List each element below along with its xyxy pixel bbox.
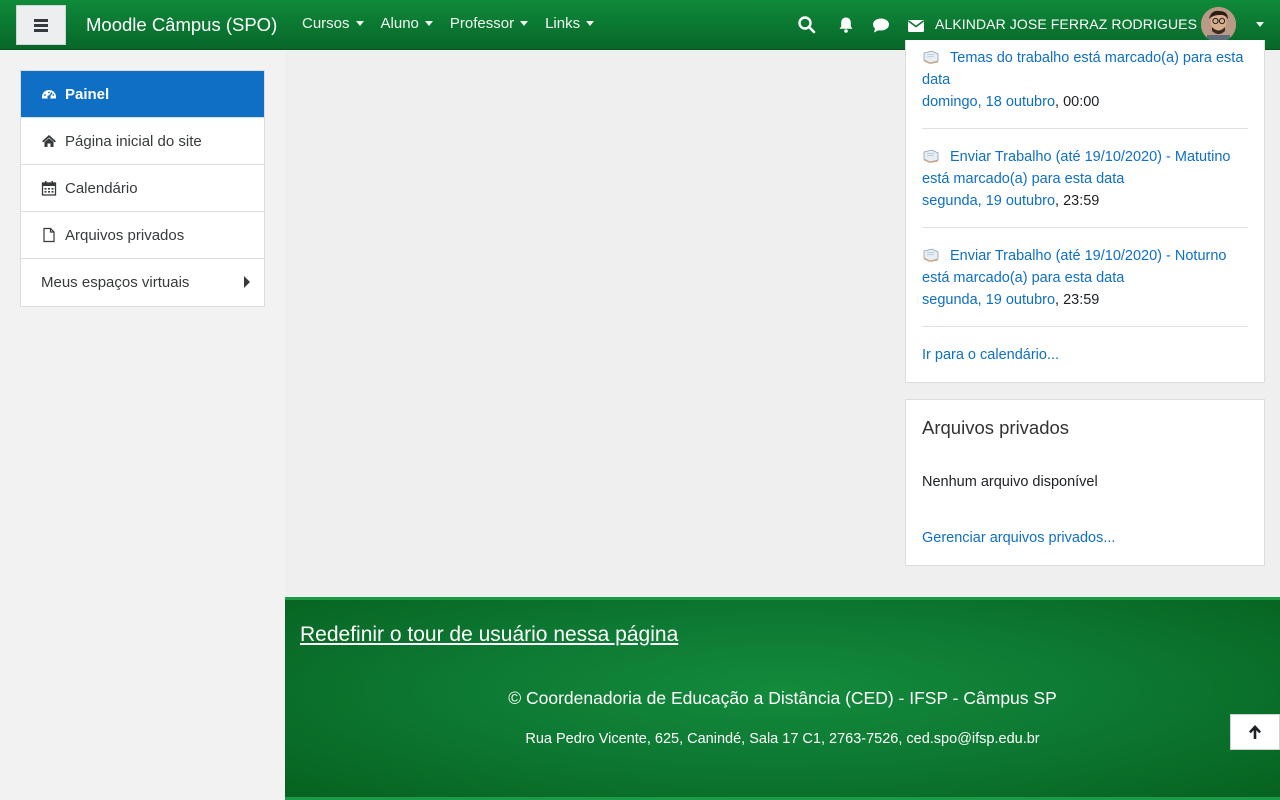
back-to-top-button[interactable] [1230,714,1280,750]
calendar-link-row: Ir para o calendário... [922,344,1248,366]
caret-down-icon [424,21,433,26]
user-name[interactable]: ALKINDAR JOSE FERRAZ RODRIGUES [935,16,1197,32]
menu-cursos[interactable]: Cursos [302,15,364,32]
sidebar-item-private-files[interactable]: Arquivos privados [21,212,264,259]
assignment-icon [923,248,939,262]
search-icon[interactable] [797,15,817,35]
menu-label: Links [545,15,581,32]
event-title-link[interactable]: Enviar Trabalho (até 19/10/2020) - Matut… [922,149,1231,187]
sidebar-item-painel[interactable]: Painel [21,71,264,118]
menu-label: Aluno [380,15,419,32]
event-date-link[interactable]: segunda, 19 outubro [922,193,1055,209]
arrow-up-icon [1249,725,1261,739]
bell-icon[interactable] [836,15,856,35]
event-title-link[interactable]: Temas do trabalho está marcado(a) para e… [922,50,1243,88]
sidebar-item-my-courses[interactable]: Meus espaços virtuais [21,259,264,306]
caret-down-icon [586,21,595,26]
menu-professor[interactable]: Professor [449,15,529,32]
sidebar-item-label: Meus espaços virtuais [41,274,190,291]
reset-tour-link[interactable]: Redefinir o tour de usuário nessa página [300,623,678,647]
event-title-link[interactable]: Enviar Trabalho (até 19/10/2020) - Notur… [922,248,1226,286]
event-date-link[interactable]: segunda, 19 outubro [922,292,1055,308]
footer-address: Rua Pedro Vicente, 625, Canindé, Sala 17… [525,731,1040,747]
event-time: , 23:59 [1055,193,1100,209]
sidebar-item-label: Painel [65,85,110,103]
assignment-icon [923,50,939,64]
event-item: Enviar Trabalho (até 19/10/2020) - Matut… [922,146,1248,212]
page-footer: Redefinir o tour de usuário nessa página… [285,597,1280,800]
footer-copyright: © Coordenadoria de Educação a Distância … [508,688,1057,708]
drawer-toggle-button[interactable] [16,5,66,45]
menu-links[interactable]: Links [545,15,595,32]
event-date-link[interactable]: domingo, 18 outubro [922,94,1055,110]
manage-private-files-link[interactable]: Gerenciar arquivos privados... [922,530,1115,546]
private-files-block: Arquivos privados Nenhum arquivo disponí… [905,399,1265,566]
caret-right-icon [244,276,250,288]
menu-label: Cursos [302,15,350,32]
calendar-icon [41,180,57,196]
site-brand[interactable]: Moodle Câmpus (SPO) [86,14,277,36]
dashboard-icon [41,86,57,102]
file-icon [41,227,57,243]
home-icon [41,133,57,149]
sidebar-nav: Painel Página inicial do site Calendário… [20,70,265,307]
menu-aluno[interactable]: Aluno [381,15,433,32]
event-item: Temas do trabalho está marcado(a) para e… [922,47,1248,113]
divider [922,128,1248,129]
empty-files-text: Nenhum arquivo disponível [922,474,1098,490]
envelope-icon[interactable] [906,15,926,35]
assignment-icon [923,149,939,163]
sidebar-item-calendar[interactable]: Calendário [21,165,264,212]
upcoming-events-block: Temas do trabalho está marcado(a) para e… [905,40,1265,383]
menu-label: Professor [449,15,515,32]
sidebar-item-label: Arquivos privados [65,226,185,244]
main-menu: Cursos Aluno Professor Links [302,15,611,32]
event-item: Enviar Trabalho (até 19/10/2020) - Notur… [922,245,1248,311]
sidebar-item-label: Calendário [65,179,138,197]
event-time: , 00:00 [1055,94,1100,110]
sidebar-item-label: Página inicial do site [65,132,202,150]
go-to-calendar-link[interactable]: Ir para o calendário... [922,347,1059,363]
divider [922,227,1248,228]
sidebar-item-home[interactable]: Página inicial do site [21,118,264,165]
divider [922,326,1248,327]
chat-icon[interactable] [871,15,891,35]
caret-down-icon [355,21,364,26]
block-title: Arquivos privados [922,417,1070,438]
hamburger-icon [34,19,48,32]
chevron-down-icon[interactable] [1256,22,1264,27]
event-time: , 23:59 [1055,292,1100,308]
caret-down-icon [520,21,529,26]
nav-drawer: Painel Página inicial do site Calendário… [0,50,285,800]
avatar[interactable] [1201,7,1236,42]
